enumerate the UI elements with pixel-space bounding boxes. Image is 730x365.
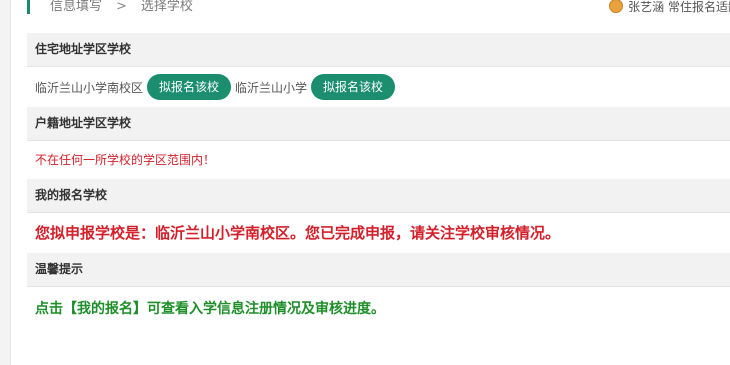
breadcrumb-accent-bar	[27, 0, 30, 14]
school-name: 临沂兰山小学南校区	[35, 80, 144, 95]
tips-message: 点击【我的报名】可查看入学信息注册情况及审核进度。	[35, 301, 385, 317]
section-header-household: 户籍地址学区学校	[27, 107, 730, 141]
apply-school-button[interactable]: 拟报名该校	[147, 74, 232, 100]
main-content: 住宅地址学区学校 临沂兰山小学南校区 拟报名该校 临沂兰山小学 拟报名该校 户籍…	[27, 33, 730, 331]
user-info: 张艺涵 常住报名适龄	[609, 0, 730, 17]
my-school-message: 您拟申报学校是：临沂兰山小学南校区。您已完成申报，请关注学校审核情况。	[35, 224, 561, 242]
section-header-residence: 住宅地址学区学校	[27, 33, 730, 67]
apply-school-button[interactable]: 拟报名该校	[311, 74, 396, 100]
breadcrumb-separator: >	[116, 0, 127, 14]
user-status: 常住报名适龄	[667, 0, 730, 14]
left-sidebar-edge	[0, 0, 11, 365]
school-name: 临沂兰山小学	[235, 80, 308, 95]
breadcrumb-step-info[interactable]: 信息填写	[50, 0, 102, 14]
household-message: 不在任何一所学校的学区范围内！	[35, 153, 216, 167]
section-header-my-school: 我的报名学校	[27, 179, 730, 213]
breadcrumb: 信息填写 > 选择学校	[50, 0, 193, 17]
residence-school-row: 临沂兰山小学南校区 拟报名该校 临沂兰山小学 拟报名该校	[27, 67, 730, 107]
breadcrumb-step-school: 选择学校	[140, 0, 193, 14]
user-name: 张艺涵	[628, 0, 665, 14]
section-header-tips: 温馨提示	[27, 253, 730, 287]
user-avatar-icon	[609, 0, 624, 13]
